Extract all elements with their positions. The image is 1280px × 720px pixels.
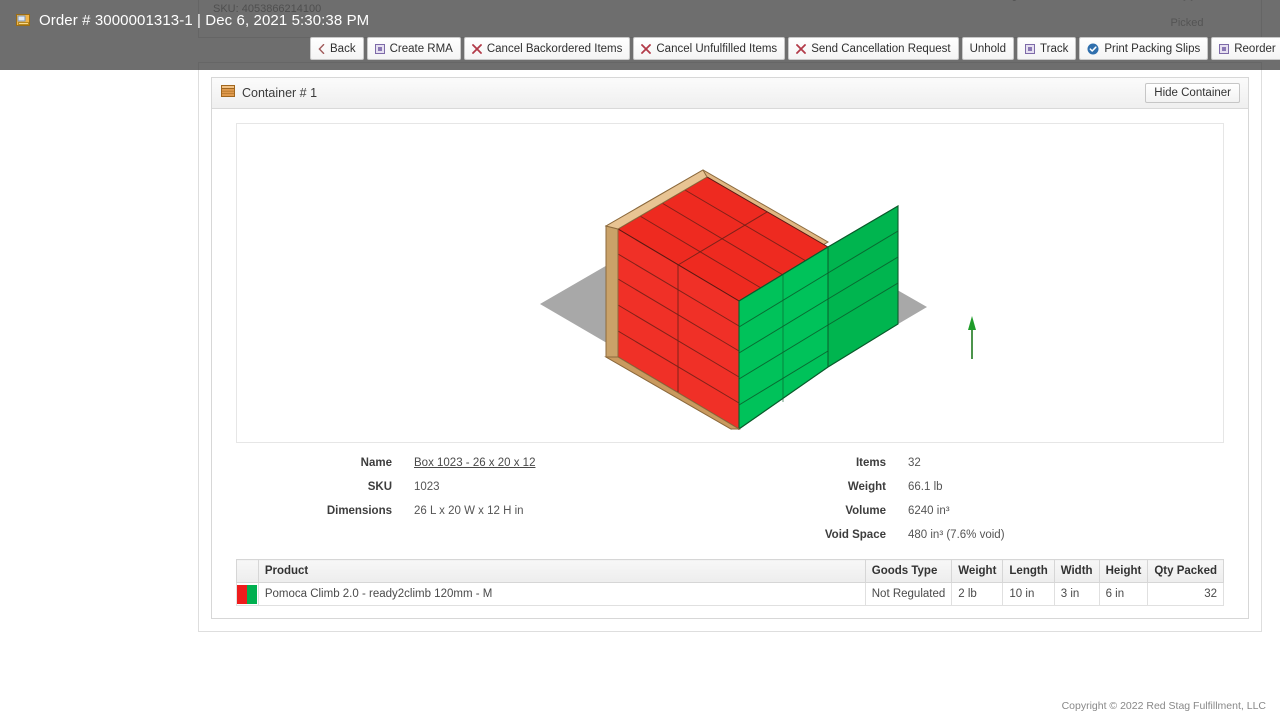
cancel-backordered-items-label: Cancel Backordered Items: [486, 42, 623, 55]
chevron-left-icon: [318, 43, 325, 54]
create-rma-button[interactable]: Create RMA: [366, 37, 461, 60]
cancel-backordered-items-button[interactable]: Cancel Backordered Items: [463, 37, 631, 60]
window-titlebar: Order # 3000001313-1 | Dec 6, 2021 5:30:…: [0, 0, 1280, 40]
container-card-title: Container # 1: [242, 86, 318, 100]
th-qty-packed: Qty Packed: [1147, 559, 1224, 583]
detail-value-volume: 6240 in³: [908, 505, 950, 517]
td-qty-packed: 32: [1147, 582, 1224, 606]
x-icon: [641, 43, 652, 54]
packed-products-table: Product Goods Type Weight Length Width H…: [236, 559, 1224, 606]
th-length: Length: [1002, 559, 1055, 583]
detail-label-items: Items: [855, 457, 886, 469]
x-icon: [471, 43, 482, 54]
detail-row-void-space: Void Space 480 in³ (7.6% void): [730, 529, 1224, 541]
detail-row-weight: Weight 66.1 lb: [730, 481, 1224, 493]
packing-svg: [540, 169, 976, 431]
unhold-button[interactable]: Unhold: [961, 37, 1015, 60]
detail-row-name: Name Box 1023 - 26 x 20 x 12: [236, 457, 730, 469]
table-row[interactable]: Pomoca Climb 2.0 - ready2climb 120mm - M…: [236, 582, 1224, 606]
swatch-color-green: [247, 584, 257, 604]
box-icon: [221, 84, 235, 102]
cancel-unfulfilled-items-button[interactable]: Cancel Unfulfilled Items: [633, 37, 786, 60]
x-icon: [796, 43, 807, 54]
detail-row-volume: Volume 6240 in³: [730, 505, 1224, 517]
send-cancellation-request-button[interactable]: Send Cancellation Request: [788, 37, 959, 60]
print-packing-slips-button[interactable]: Print Packing Slips: [1079, 37, 1209, 60]
footer-copyright: Copyright © 2022 Red Stag Fulfillment, L…: [1061, 700, 1266, 712]
detail-value-void-space: 480 in³ (7.6% void): [908, 529, 1005, 541]
cancel-unfulfilled-items-label: Cancel Unfulfilled Items: [656, 42, 778, 55]
td-length: 10 in: [1002, 582, 1055, 606]
track-label: Track: [1040, 42, 1069, 55]
order-action-toolbar: Back Create RMA Cancel Backordered Items…: [310, 37, 1280, 60]
box-name-link[interactable]: Box 1023 - 26 x 20 x 12: [414, 457, 535, 469]
reorder-button[interactable]: Reorder: [1211, 37, 1280, 60]
th-width: Width: [1053, 559, 1100, 583]
orientation-arrow-icon: [968, 316, 976, 359]
detail-row-dimensions: Dimensions 26 L x 20 W x 12 H in: [236, 505, 730, 517]
td-product-name: Pomoca Climb 2.0 - ready2climb 120mm - M: [257, 582, 866, 606]
td-color-swatch: [236, 582, 259, 606]
send-cancellation-request-label: Send Cancellation Request: [811, 42, 951, 55]
back-button-label: Back: [330, 42, 356, 55]
container-3d-packing-view[interactable]: [236, 123, 1224, 443]
container-details: Name Box 1023 - 26 x 20 x 12 SKU 1023 Di…: [236, 443, 1224, 547]
order-window-icon: [16, 13, 31, 27]
detail-label-volume: Volume: [845, 505, 886, 517]
detail-value-sku: 1023: [414, 481, 440, 493]
detail-value-weight: 66.1 lb: [908, 481, 943, 493]
detail-value-dimensions: 26 L x 20 W x 12 H in: [414, 505, 524, 517]
main-content-scroll-area: Container # 1 Hide Container Name Box 10…: [0, 62, 1280, 720]
detail-value-items: 32: [908, 457, 921, 469]
container-details-left: Name Box 1023 - 26 x 20 x 12 SKU 1023 Di…: [236, 457, 730, 541]
th-height: Height: [1098, 559, 1149, 583]
detail-label-dimensions: Dimensions: [326, 505, 392, 517]
detail-label-name: Name: [360, 457, 392, 469]
swatch-color-red: [237, 584, 247, 604]
container-card-header: Container # 1 Hide Container: [212, 78, 1248, 109]
container-details-right: Items 32 Weight 66.1 lb Volume 6240 in³: [730, 457, 1224, 541]
td-width: 3 in: [1053, 582, 1100, 606]
detail-value-name: Box 1023 - 26 x 20 x 12: [414, 457, 535, 469]
container-card-body: Name Box 1023 - 26 x 20 x 12 SKU 1023 Di…: [212, 109, 1248, 618]
track-button[interactable]: Track: [1017, 37, 1077, 60]
create-rma-label: Create RMA: [389, 42, 453, 55]
td-weight: 2 lb: [951, 582, 1004, 606]
container-card: Container # 1 Hide Container Name Box 10…: [211, 77, 1249, 619]
td-height: 6 in: [1098, 582, 1149, 606]
table-header-row: Product Goods Type Weight Length Width H…: [236, 559, 1224, 583]
item-color-swatch: [237, 584, 257, 604]
th-weight: Weight: [951, 559, 1004, 583]
page-icon: [1025, 43, 1036, 54]
page-icon: [1219, 43, 1230, 54]
reorder-label: Reorder: [1234, 42, 1276, 55]
detail-row-items: Items 32: [730, 457, 1224, 469]
hide-container-button[interactable]: Hide Container: [1145, 83, 1240, 103]
back-button[interactable]: Back: [310, 37, 364, 60]
print-packing-slips-label: Print Packing Slips: [1104, 42, 1201, 55]
unhold-label: Unhold: [969, 42, 1007, 55]
detail-row-sku: SKU 1023: [236, 481, 730, 493]
detail-label-sku: SKU: [367, 481, 392, 493]
detail-label-void-space: Void Space: [824, 529, 886, 541]
th-product: Product: [257, 559, 866, 583]
order-title-text: Order # 3000001313-1 | Dec 6, 2021 5:30:…: [39, 11, 370, 29]
check-circle-icon: [1087, 43, 1099, 55]
order-detail-panel: Container # 1 Hide Container Name Box 10…: [198, 62, 1262, 632]
th-swatch: [236, 559, 259, 583]
detail-label-weight: Weight: [847, 481, 886, 493]
th-goods-type: Goods Type: [864, 559, 953, 583]
page-icon: [374, 43, 385, 54]
td-goods-type: Not Regulated: [864, 582, 953, 606]
